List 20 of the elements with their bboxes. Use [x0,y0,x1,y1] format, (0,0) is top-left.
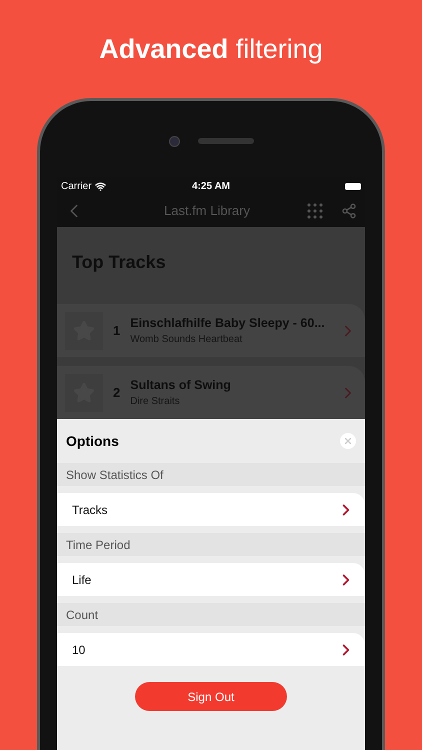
grid-icon[interactable] [307,203,323,219]
section-header: Show Statistics Of [57,463,365,486]
close-button[interactable] [340,433,356,449]
carrier-label: Carrier [61,180,92,194]
share-icon[interactable] [341,203,357,219]
option-row[interactable]: Tracks [57,493,365,526]
section-header: Time Period [57,533,365,556]
option-row[interactable]: 10 [57,633,365,666]
battery-icon [345,182,362,190]
nav-title: Last.fm Library [163,202,251,220]
sign-out-button[interactable]: Sign Out [135,682,287,711]
wifi-icon [94,180,106,192]
status-time: 4:25 AM [192,180,230,194]
camera-icon [168,136,180,146]
headline: Advanced filtering [99,33,323,66]
options-title: Options [66,432,120,451]
speaker-icon [198,138,254,144]
option-row[interactable]: Life [57,563,365,596]
section-header: Count [57,603,365,626]
close-icon [343,436,353,446]
